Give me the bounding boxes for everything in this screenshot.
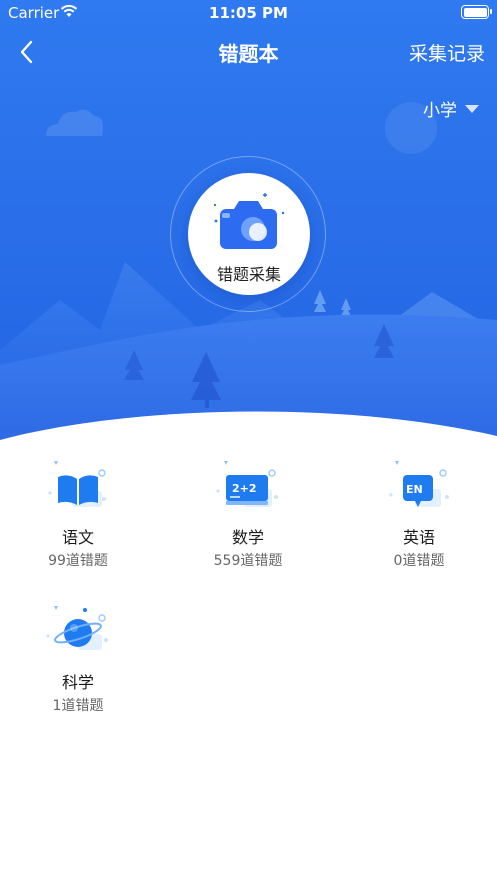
math-board-icon: 2+2 [216, 461, 278, 507]
subject-mistake-count: 1道错题 [52, 698, 104, 714]
planet-icon [46, 606, 108, 650]
subject-name: 英语 [402, 528, 435, 547]
grade-selector-value: 小学 [423, 101, 457, 121]
subject-mistake-count: 99道错题 [48, 553, 108, 569]
camera-icon [214, 193, 285, 249]
capture-mistakes-button[interactable]: 错题采集 [188, 173, 310, 295]
collection-records-link[interactable]: 采集记录 [409, 39, 485, 66]
subject-name: 数学 [231, 528, 264, 547]
grade-selector[interactable]: 小学 [423, 96, 479, 121]
subject-mistake-count: 559道错题 [213, 553, 283, 569]
caret-down-icon [465, 104, 479, 113]
battery-icon [461, 5, 492, 19]
en-bubble-icon: EN [389, 461, 449, 507]
subject-name: 科学 [61, 673, 94, 692]
svg-text:2+2: 2+2 [232, 482, 257, 495]
book-icon [48, 461, 106, 507]
subject-mistake-count: 0道错题 [393, 553, 445, 569]
svg-text:EN: EN [406, 483, 423, 496]
header-banner: Carrier 11:05 PM 错题本 采集记录 小学 错题采集 [0, 0, 497, 470]
status-time: 11:05 PM [209, 4, 288, 22]
status-bar: Carrier 11:05 PM [0, 0, 497, 26]
capture-button-label: 错题采集 [216, 265, 281, 284]
subject-name: 语文 [61, 528, 94, 547]
